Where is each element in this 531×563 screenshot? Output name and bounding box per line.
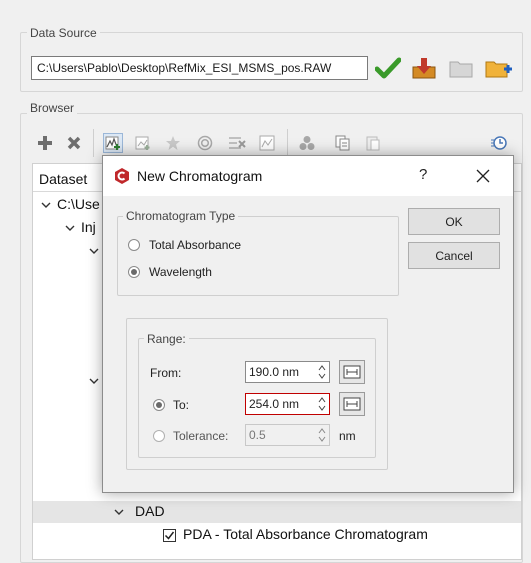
- copy-icon[interactable]: [333, 133, 353, 153]
- to-value: 254.0 nm: [249, 397, 300, 411]
- folder-open-icon[interactable]: [448, 56, 474, 80]
- chevron-down-icon[interactable]: [89, 376, 99, 386]
- chevron-down-icon[interactable]: [114, 507, 124, 517]
- wavelength-label[interactable]: Wavelength: [149, 265, 212, 279]
- spin-arrows-icon[interactable]: [317, 363, 327, 381]
- import-download-icon[interactable]: [411, 56, 437, 80]
- tolerance-spinbox[interactable]: 0.5: [245, 424, 330, 446]
- target-icon[interactable]: [195, 133, 215, 153]
- new-chromatogram-dialog: New Chromatogram ? Chromatogram Type Tot…: [102, 155, 514, 493]
- chevron-down-icon[interactable]: [89, 246, 99, 256]
- molecule-icon[interactable]: [297, 133, 317, 153]
- spectrum-edit-icon[interactable]: [227, 133, 247, 153]
- paste-icon[interactable]: [363, 133, 383, 153]
- remove-icon[interactable]: [64, 133, 84, 153]
- to-wavelength-spinbox[interactable]: 254.0 nm: [245, 393, 330, 415]
- to-label[interactable]: To:: [173, 398, 189, 412]
- history-clock-icon[interactable]: [489, 133, 509, 153]
- chart-export-icon[interactable]: [257, 133, 277, 153]
- chevron-down-icon[interactable]: [41, 200, 51, 210]
- chromatogram-type-title: Chromatogram Type: [123, 209, 239, 223]
- tree-child-item[interactable]: Inj: [81, 219, 96, 235]
- pick-from-button[interactable]: [339, 360, 365, 384]
- star-icon[interactable]: [163, 133, 183, 153]
- dialog-title: New Chromatogram: [137, 168, 263, 184]
- radio-to[interactable]: [153, 399, 165, 411]
- ok-button[interactable]: OK: [408, 208, 500, 235]
- tree-item-chromatogram[interactable]: PDA - Total Absorbance Chromatogram: [183, 526, 428, 542]
- tolerance-value: 0.5: [249, 428, 266, 442]
- chromatogram-type-group: [117, 216, 399, 296]
- add-icon[interactable]: [35, 133, 55, 153]
- help-button[interactable]: ?: [419, 166, 427, 183]
- spin-arrows-icon[interactable]: [317, 395, 327, 413]
- from-value: 190.0 nm: [249, 365, 300, 379]
- data-source-path-input[interactable]: C:\Users\Pablo\Desktop\RefMix_ESI_MSMS_p…: [31, 56, 368, 80]
- total-absorbance-label[interactable]: Total Absorbance: [149, 238, 241, 252]
- confirm-check-icon[interactable]: [375, 56, 401, 80]
- tree-row-dad[interactable]: [33, 501, 521, 523]
- range-title: Range:: [144, 332, 189, 346]
- toolbar-separator: [93, 129, 94, 157]
- chromatogram-checkbox[interactable]: [163, 529, 176, 542]
- folder-add-icon[interactable]: [485, 56, 513, 80]
- close-icon[interactable]: [473, 166, 493, 186]
- radio-wavelength[interactable]: [128, 266, 140, 278]
- browser-title: Browser: [27, 101, 78, 115]
- radio-total-absorbance[interactable]: [128, 239, 140, 251]
- tree-root-item[interactable]: C:\Use: [57, 196, 100, 212]
- tolerance-label[interactable]: Tolerance:: [173, 429, 228, 443]
- tree-item-dad[interactable]: DAD: [135, 503, 165, 519]
- chevron-down-icon[interactable]: [65, 223, 75, 233]
- chart-add-icon[interactable]: [133, 133, 153, 153]
- from-wavelength-spinbox[interactable]: 190.0 nm: [245, 361, 330, 383]
- spin-arrows-icon[interactable]: [317, 426, 327, 444]
- new-chromatogram-icon[interactable]: [103, 133, 123, 153]
- from-label: From:: [150, 366, 182, 380]
- toolbar-separator: [287, 129, 288, 157]
- data-source-title: Data Source: [27, 26, 100, 40]
- radio-tolerance[interactable]: [153, 430, 165, 442]
- cancel-button[interactable]: Cancel: [408, 242, 500, 269]
- pick-to-button[interactable]: [339, 392, 365, 416]
- tolerance-unit: nm: [339, 429, 356, 443]
- app-logo-icon: [113, 167, 131, 185]
